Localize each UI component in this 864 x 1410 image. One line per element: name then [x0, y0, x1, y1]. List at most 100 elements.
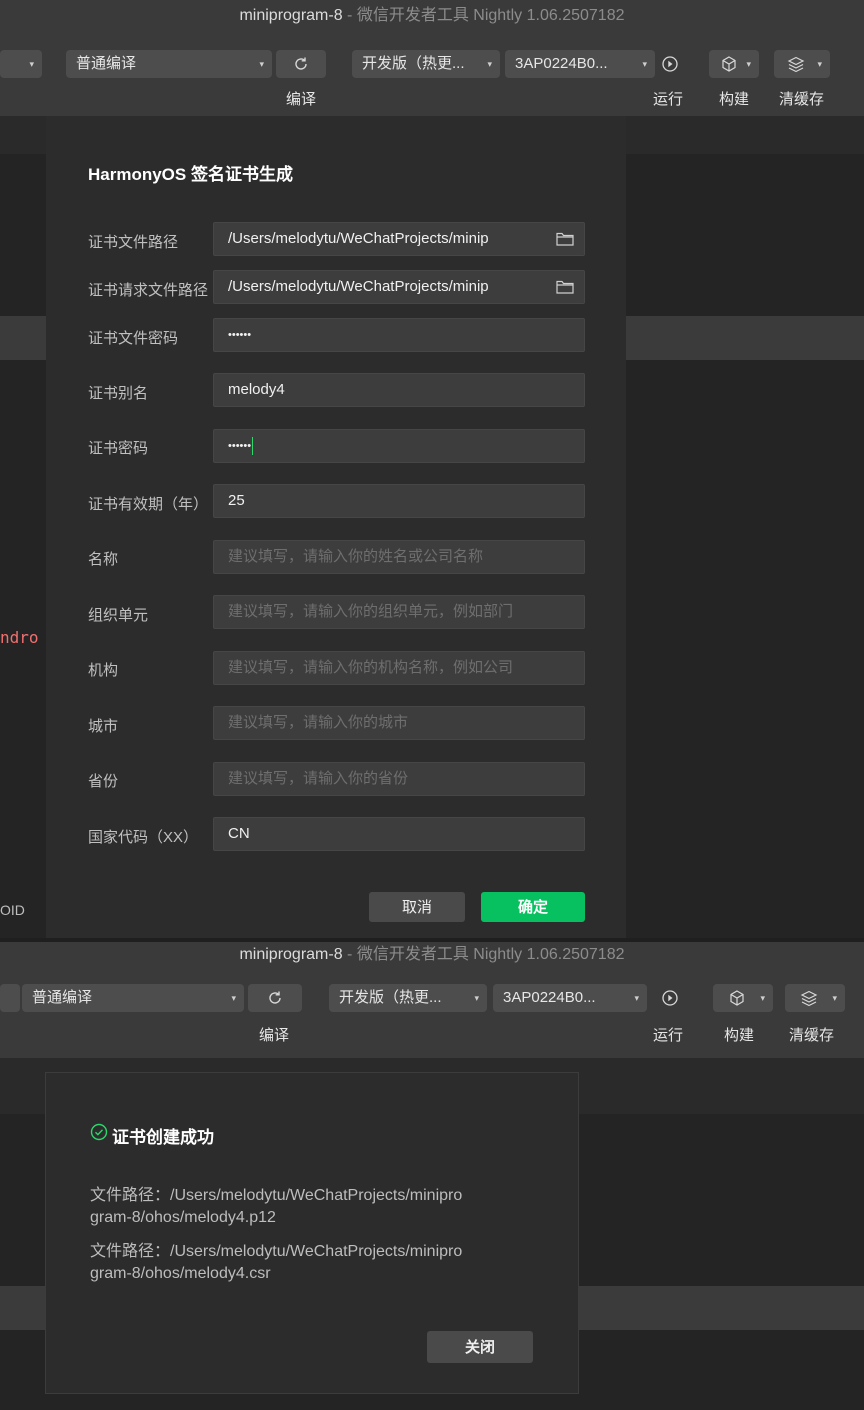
- cert-file-password-input[interactable]: ••••••: [213, 318, 585, 352]
- window-project-name: miniprogram-8: [239, 7, 343, 24]
- build-button[interactable]: ▾: [709, 50, 759, 78]
- build-button[interactable]: ▾: [713, 984, 773, 1012]
- run-button[interactable]: [656, 984, 684, 1012]
- compile-mode-label: 普通编译: [32, 989, 93, 1006]
- refresh-icon: [269, 991, 281, 1004]
- country-code-value: CN: [228, 825, 250, 842]
- run-label: 运行: [653, 1027, 684, 1044]
- clear-cache-label: 清缓存: [779, 91, 825, 108]
- compile-button[interactable]: [276, 50, 326, 78]
- cube-icon: [722, 56, 736, 72]
- cert-alias-label: 证书别名: [88, 385, 149, 402]
- window-title-separator: -: [342, 946, 357, 963]
- chevron-down-icon: ▾: [760, 993, 765, 1003]
- cert-file-password-label: 证书文件密码: [88, 330, 179, 347]
- chevron-down-icon: ▾: [642, 59, 647, 69]
- refresh-icon: [295, 57, 307, 70]
- chevron-down-icon: ▾: [474, 993, 479, 1003]
- window-app-name: 微信开发者工具 Nightly 1.06.2507182: [356, 7, 625, 24]
- city-placeholder: 建议填写，请输入你的城市: [228, 714, 409, 731]
- file-path-line: 文件路径：/Users/melodytu/WeChatProjects/mini…: [90, 1187, 463, 1204]
- country-code-input[interactable]: CN: [213, 817, 585, 851]
- cert-validity-value: 25: [228, 492, 245, 509]
- file-path-line: 文件路径：/Users/melodytu/WeChatProjects/mini…: [90, 1243, 463, 1260]
- cert-request-path-input[interactable]: /Users/melodytu/WeChatProjects/minip: [213, 270, 585, 304]
- cert-generate-dialog: HarmonyOS 签名证书生成 证书文件路径 /Users/melodytu/…: [46, 116, 626, 938]
- city-label: 城市: [88, 718, 119, 735]
- organization-input[interactable]: 建议填写，请输入你的机构名称，例如公司: [213, 651, 585, 685]
- mode-select[interactable]: [0, 984, 20, 1012]
- cert-validity-input[interactable]: 25: [213, 484, 585, 518]
- compile-mode-label: 普通编译: [76, 55, 137, 72]
- close-button[interactable]: 关闭: [427, 1331, 533, 1363]
- file-path-line: gram-8/ohos/melody4.p12: [90, 1209, 276, 1226]
- compile-button[interactable]: [248, 984, 302, 1012]
- chevron-down-icon: ▾: [29, 59, 34, 69]
- version-select-value: 开发版（热更...: [362, 55, 465, 72]
- cert-file-path-input[interactable]: /Users/melodytu/WeChatProjects/minip: [213, 222, 585, 256]
- chevron-down-icon: ▾: [634, 993, 639, 1003]
- browse-cert-request-button[interactable]: [546, 271, 584, 303]
- mode-select[interactable]: ▾: [0, 50, 42, 78]
- window-title-separator: -: [342, 7, 357, 24]
- folder-icon: [556, 280, 574, 294]
- city-input[interactable]: 建议填写，请输入你的城市: [213, 706, 585, 740]
- province-placeholder: 建议填写，请输入你的省份: [228, 770, 409, 787]
- clear-cache-label: 清缓存: [789, 1027, 835, 1044]
- run-button[interactable]: [656, 50, 684, 78]
- cube-icon: [730, 990, 744, 1006]
- cert-success-dialog: 证书创建成功 文件路径：/Users/melodytu/WeChatProjec…: [45, 1072, 579, 1394]
- org-unit-placeholder: 建议填写，请输入你的组织单元，例如部门: [228, 603, 514, 620]
- window-titlebar: miniprogram-8 - 微信开发者工具 Nightly 1.06.250…: [0, 942, 864, 968]
- name-input[interactable]: 建议填写，请输入你的姓名或公司名称: [213, 540, 585, 574]
- name-placeholder: 建议填写，请输入你的姓名或公司名称: [228, 548, 484, 565]
- build-label: 构建: [719, 91, 750, 108]
- layers-icon: [787, 56, 805, 73]
- play-icon: [662, 990, 678, 1006]
- chevron-down-icon: ▾: [746, 59, 751, 69]
- text-cursor: [252, 437, 254, 456]
- version-select[interactable]: 开发版（热更... ▾: [352, 50, 500, 78]
- device-select[interactable]: 3AP0224B0... ▾: [505, 50, 655, 78]
- cert-password-input[interactable]: ••••••: [213, 429, 585, 463]
- compile-label: 编译: [259, 1027, 290, 1044]
- cert-request-path-label: 证书请求文件路径: [88, 282, 209, 299]
- cert-alias-value: melody4: [228, 381, 285, 398]
- device-select-value: 3AP0224B0...: [503, 989, 596, 1006]
- compile-mode-select[interactable]: 普通编译 ▾: [22, 984, 244, 1012]
- org-unit-input[interactable]: 建议填写，请输入你的组织单元，例如部门: [213, 595, 585, 629]
- cert-file-path-value: /Users/melodytu/WeChatProjects/minip: [228, 230, 489, 247]
- cert-alias-input[interactable]: melody4: [213, 373, 585, 407]
- device-select[interactable]: 3AP0224B0... ▾: [493, 984, 647, 1012]
- cert-file-path-label: 证书文件路径: [88, 234, 179, 251]
- cert-file-password-value: ••••••: [228, 329, 252, 341]
- success-title: 证书创建成功: [112, 1128, 214, 1147]
- window-titlebar: miniprogram-8 - 微信开发者工具 Nightly 1.06.250…: [0, 0, 864, 32]
- play-icon: [662, 56, 678, 72]
- code-fragment: ndro: [0, 628, 39, 647]
- chevron-down-icon: ▾: [259, 59, 264, 69]
- dialog-title: HarmonyOS 签名证书生成: [88, 165, 293, 184]
- clear-cache-button[interactable]: ▾: [785, 984, 845, 1012]
- confirm-button[interactable]: 确定: [481, 892, 585, 922]
- organization-label: 机构: [88, 662, 119, 679]
- cert-request-path-value: /Users/melodytu/WeChatProjects/minip: [228, 278, 489, 295]
- screenshot-bottom: miniprogram-8 - 微信开发者工具 Nightly 1.06.250…: [0, 942, 864, 1410]
- compile-mode-select[interactable]: 普通编译 ▾: [66, 50, 272, 78]
- org-unit-label: 组织单元: [88, 607, 149, 624]
- chevron-down-icon: ▾: [817, 59, 822, 69]
- clear-cache-button[interactable]: ▾: [774, 50, 830, 78]
- cert-password-value: ••••••: [228, 440, 252, 452]
- version-select[interactable]: 开发版（热更... ▾: [329, 984, 487, 1012]
- compile-label: 编译: [286, 91, 317, 108]
- version-select-value: 开发版（热更...: [339, 989, 442, 1006]
- cancel-button[interactable]: 取消: [369, 892, 465, 922]
- device-select-value: 3AP0224B0...: [515, 55, 608, 72]
- province-input[interactable]: 建议填写，请输入你的省份: [213, 762, 585, 796]
- cert-password-label: 证书密码: [88, 440, 149, 457]
- run-label: 运行: [653, 91, 684, 108]
- browse-cert-file-button[interactable]: [546, 223, 584, 255]
- province-label: 省份: [88, 773, 119, 790]
- toolbar: ▾ 普通编译 ▾ 编译 开发版（热更... ▾ 3AP0224B0... ▾ 运…: [0, 32, 864, 116]
- window-app-name: 微信开发者工具 Nightly 1.06.2507182: [356, 946, 625, 963]
